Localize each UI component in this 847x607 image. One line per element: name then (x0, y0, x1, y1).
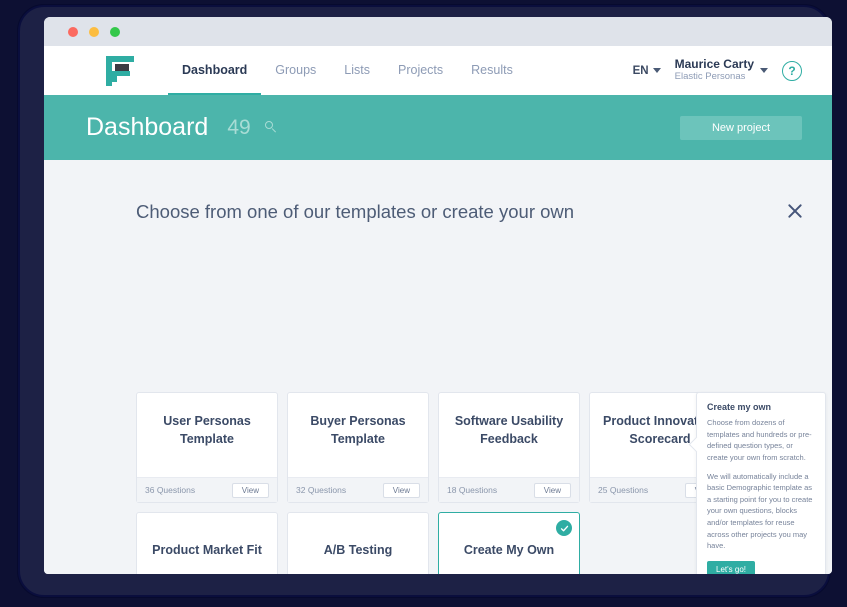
nav-item-groups[interactable]: Groups (261, 46, 330, 95)
user-organization: Elastic Personas (674, 70, 746, 82)
language-label: EN (632, 64, 649, 77)
template-card-user-personas[interactable]: User Personas Template 36 Questions View (136, 392, 278, 503)
language-selector[interactable]: EN (633, 65, 661, 77)
logo-inner-square (115, 63, 129, 71)
nav-links: Dashboard Groups Lists Projects Results (168, 46, 527, 95)
logo-tail-stroke (112, 75, 117, 82)
card-question-count: 25 Questions (598, 485, 649, 495)
chevron-down-icon (760, 68, 768, 73)
template-cards-grid: User Personas Template 36 Questions View… (136, 392, 826, 574)
browser-window: Dashboard Groups Lists Projects Results … (44, 17, 832, 574)
card-title: Product Market Fit (152, 543, 262, 558)
card-view-button[interactable]: View (382, 482, 420, 498)
card-title: Create My Own (463, 543, 555, 558)
card-title: Buyer Personas Template (310, 414, 406, 446)
card-title-wrap: Product Market Fit (137, 513, 277, 574)
template-card-product-market-fit[interactable]: Product Market Fit 20 Questions View (136, 512, 278, 574)
template-chooser-panel: Choose from one of our templates or crea… (44, 160, 832, 574)
card-title: A/B Testing (323, 543, 393, 558)
brand-logo-icon[interactable] (106, 55, 134, 86)
top-navigation-bar: Dashboard Groups Lists Projects Results … (44, 46, 832, 95)
page-title: Dashboard (86, 113, 209, 141)
card-title-wrap: User Personas Template (137, 393, 277, 477)
nav-item-dashboard[interactable]: Dashboard (168, 46, 262, 95)
device-frame: Dashboard Groups Lists Projects Results … (18, 5, 832, 597)
popover-paragraph-2: We will automatically include a basic De… (707, 471, 813, 551)
card-title-wrap: Buyer Personas Template (288, 393, 428, 477)
card-title: User Personas Template (163, 414, 251, 446)
nav-item-results[interactable]: Results (457, 46, 527, 95)
new-project-button[interactable]: New project (680, 115, 802, 140)
nav-item-projects[interactable]: Projects (384, 46, 457, 95)
page-count-badge: 49 (227, 115, 251, 139)
window-maximize-dot[interactable] (110, 26, 120, 37)
close-icon[interactable] (785, 201, 805, 221)
card-footer: 32 Questions View (288, 477, 428, 502)
modal-heading: Choose from one of our templates or crea… (136, 201, 575, 222)
page-header: Dashboard 49 New project (44, 95, 832, 160)
search-icon[interactable] (264, 121, 278, 134)
card-footer: 36 Questions View (137, 477, 277, 502)
template-card-software-usability[interactable]: Software Usability Feedback 18 Questions… (438, 392, 580, 503)
template-card-create-my-own[interactable]: Create My Own Blank template (438, 512, 580, 574)
popover-title: Create my own (707, 402, 772, 412)
nav-right-cluster: EN Maurice Carty Elastic Personas ? (633, 57, 802, 83)
window-minimize-dot[interactable] (89, 26, 99, 37)
template-card-buyer-personas[interactable]: Buyer Personas Template 32 Questions Vie… (287, 392, 429, 503)
card-view-button[interactable]: View (231, 482, 269, 498)
card-title: Software Usability Feedback (454, 414, 564, 446)
card-title-wrap: A/B Testing (288, 513, 428, 574)
nav-item-lists[interactable]: Lists (330, 46, 384, 95)
browser-title-bar (44, 17, 832, 46)
user-text: Maurice Carty Elastic Personas (674, 57, 754, 83)
card-view-button[interactable]: View (533, 482, 571, 498)
logo-top-stroke (112, 55, 134, 62)
selected-check-icon (556, 520, 572, 536)
card-title-wrap: Software Usability Feedback (439, 393, 579, 477)
popover-paragraph-1: Choose from dozens of templates and hund… (707, 418, 812, 462)
card-question-count: 36 Questions (145, 485, 196, 495)
chevron-down-icon (652, 68, 661, 73)
template-card-row: User Personas Template 36 Questions View… (136, 392, 746, 503)
user-name: Maurice Carty (674, 57, 754, 72)
window-close-dot[interactable] (68, 26, 78, 37)
card-question-count: 18 Questions (447, 485, 498, 495)
card-footer: 18 Questions View (439, 477, 579, 502)
card-question-count: 32 Questions (296, 485, 347, 495)
help-icon[interactable]: ? (782, 60, 802, 81)
template-card-row: Product Market Fit 20 Questions View A/B… (136, 512, 746, 574)
user-menu[interactable]: Maurice Carty Elastic Personas (674, 57, 768, 83)
lets-go-button[interactable]: Let's go! (707, 560, 755, 574)
template-card-ab-testing[interactable]: A/B Testing 9 Questions View (287, 512, 429, 574)
search-icon-handle (271, 128, 276, 133)
create-my-own-popover: Create my own Choose from dozens of temp… (696, 392, 826, 574)
